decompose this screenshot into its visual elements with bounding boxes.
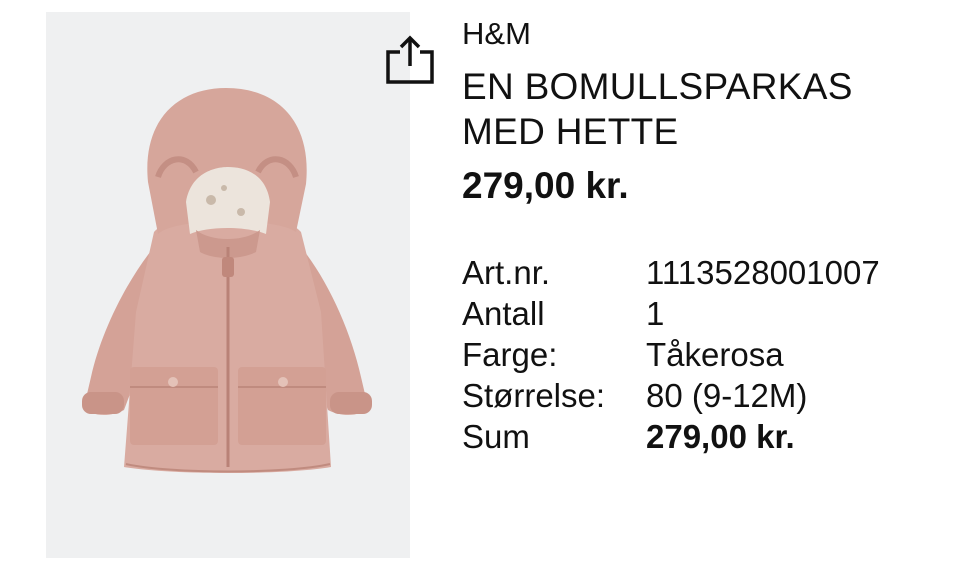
product-title: EN BOMULLSPARKAS MED HETTE <box>462 64 853 154</box>
spec-label: Sum <box>462 418 530 455</box>
share-icon <box>386 35 434 84</box>
spec-label: Farge: <box>462 336 558 373</box>
product-title-line: EN BOMULLSPARKAS <box>462 66 853 107</box>
spec-value: 279,00 kr. <box>646 418 795 455</box>
coat-image <box>82 88 372 473</box>
share-button[interactable] <box>382 30 438 88</box>
spec-value: 80 (9-12M) <box>646 377 808 414</box>
spec-label: Størrelse: <box>462 377 606 414</box>
spec-label: Antall <box>462 295 545 332</box>
spec-value: Tåkerosa <box>646 336 784 373</box>
spec-label: Art.nr. <box>462 254 551 291</box>
brand-name: H&M <box>462 16 531 51</box>
product-price: 279,00 kr. <box>462 165 629 206</box>
product-image-panel <box>46 12 434 558</box>
spec-value: 1113528001007 <box>646 254 880 291</box>
product-title-line: MED HETTE <box>462 111 679 152</box>
spec-value: 1 <box>646 295 665 332</box>
